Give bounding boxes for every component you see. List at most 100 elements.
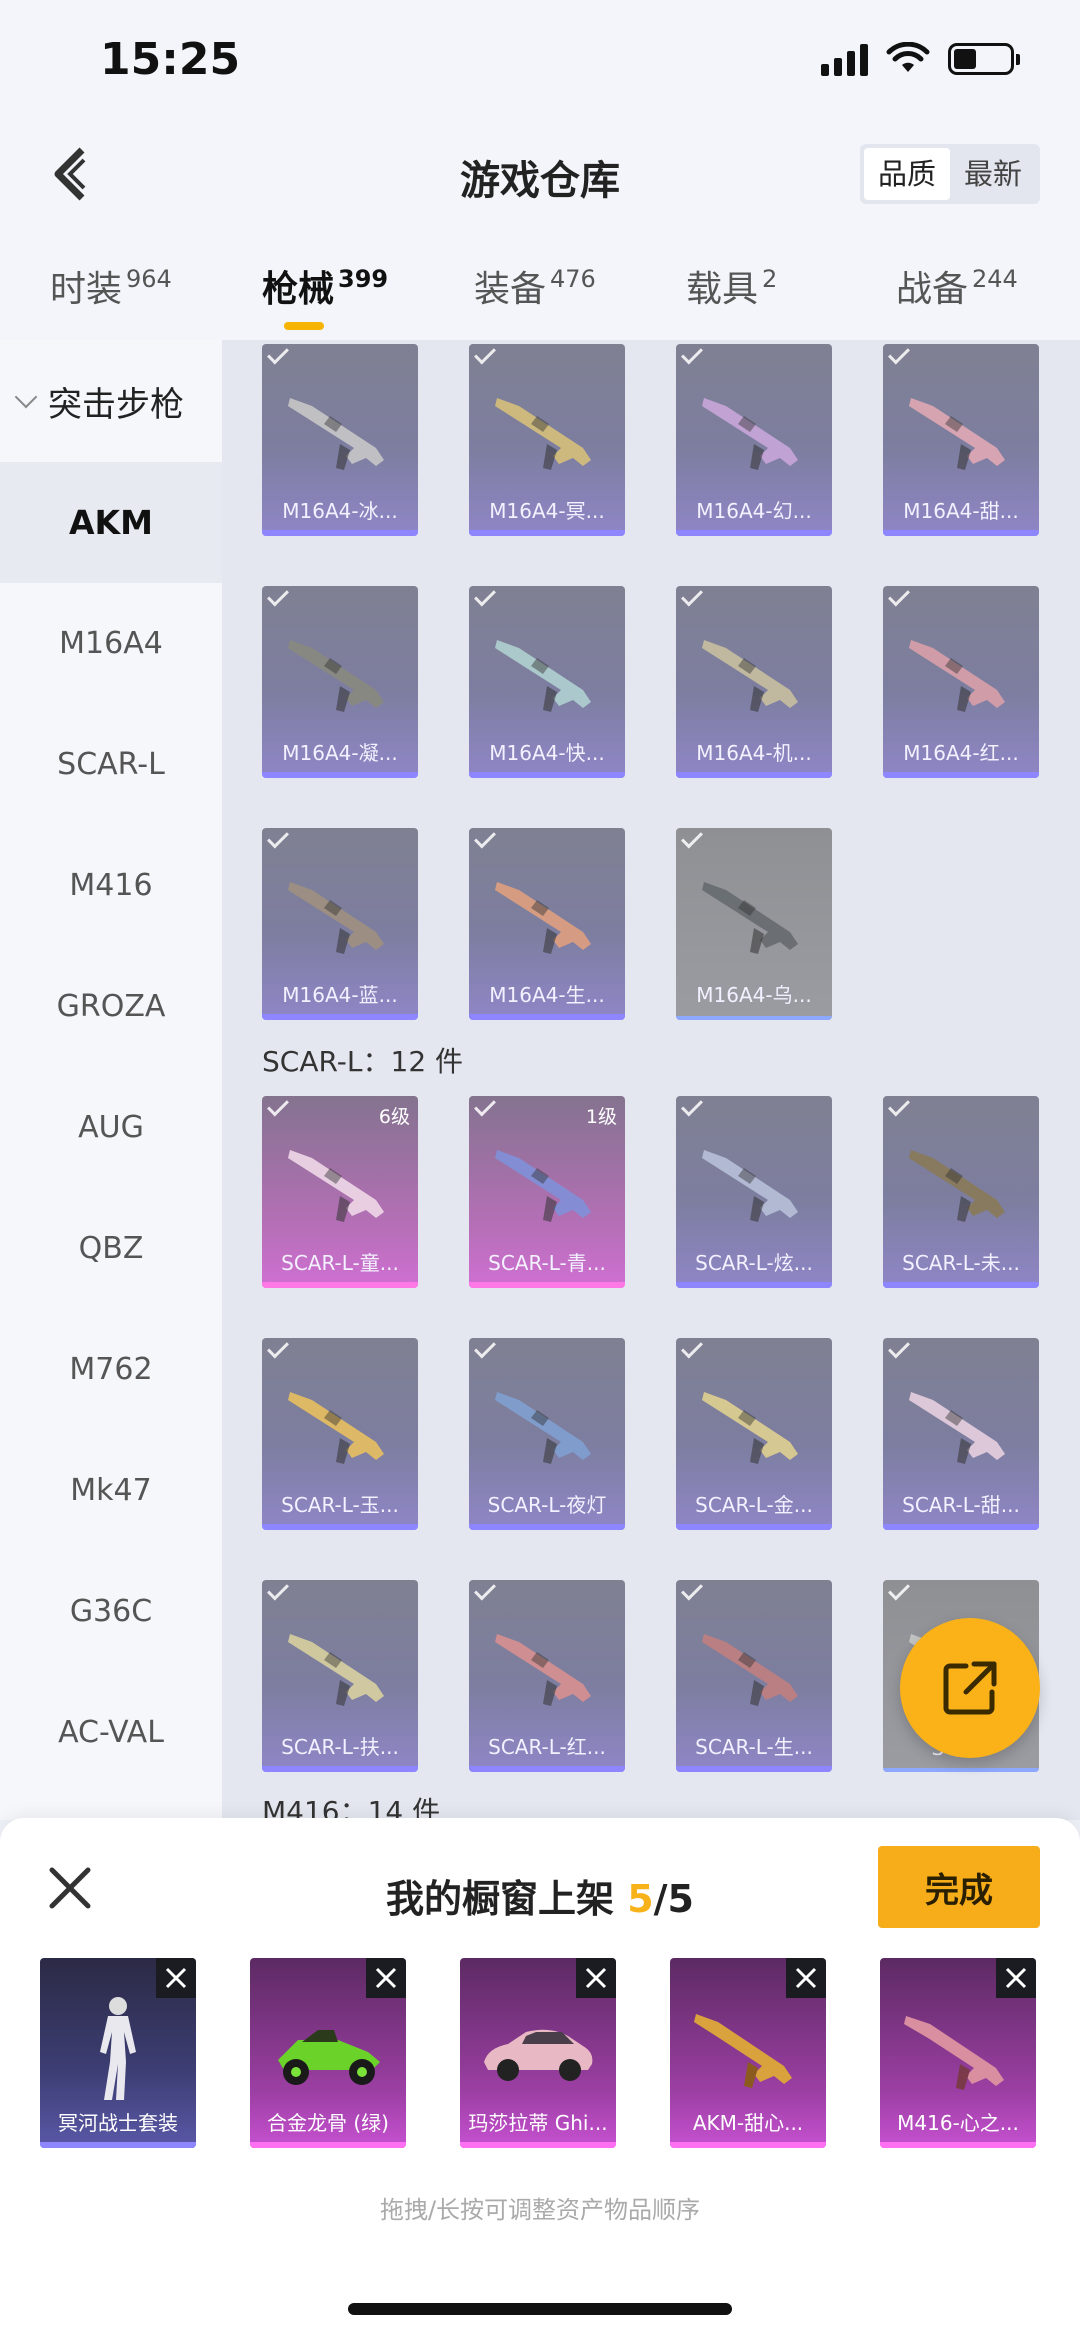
- sidebar-item-g36c[interactable]: G36C: [0, 1551, 222, 1672]
- shelf-item[interactable]: 玛莎拉蒂 Ghi...: [460, 1958, 616, 2148]
- weapon-card[interactable]: M16A4-凝...: [262, 586, 418, 778]
- done-button[interactable]: 完成: [878, 1846, 1040, 1928]
- weapon-card[interactable]: M16A4-快...: [469, 586, 625, 778]
- rarity-bar: [469, 1014, 625, 1020]
- checkmark-icon: [474, 1096, 496, 1117]
- remove-item-button[interactable]: [366, 1958, 406, 1998]
- rarity-bar: [262, 1524, 418, 1530]
- weapon-card[interactable]: 1级 SCAR-L-青...: [469, 1096, 625, 1288]
- sidebar-item-m762[interactable]: M762: [0, 1309, 222, 1430]
- rifle-icon: [288, 398, 384, 470]
- rarity-bar: [676, 1524, 832, 1530]
- weapon-name: SCAR-L-扶...: [281, 1735, 399, 1759]
- shelf-count-total: /5: [653, 1877, 694, 1921]
- close-icon: [795, 1967, 817, 1989]
- weapon-card[interactable]: SCAR-L-扶...: [262, 1580, 418, 1772]
- tab-guns[interactable]: 枪械 399: [262, 260, 389, 330]
- sidebar-item-scar-l[interactable]: SCAR-L: [0, 704, 222, 825]
- status-bar: 15:25: [0, 0, 1080, 120]
- weapon-card[interactable]: SCAR-L-甜...: [883, 1338, 1039, 1530]
- tab-label: 载具: [686, 269, 759, 310]
- weapon-card[interactable]: M16A4-蓝...: [262, 828, 418, 1020]
- weapon-card[interactable]: M16A4-机...: [676, 586, 832, 778]
- weapon-card[interactable]: M16A4-生...: [469, 828, 625, 1020]
- sidebar-item-mk47[interactable]: Mk47: [0, 1430, 222, 1551]
- akm-rifle-icon: [694, 2014, 792, 2088]
- rarity-bar: [676, 1766, 832, 1772]
- remove-item-button[interactable]: [786, 1958, 826, 1998]
- weapon-card[interactable]: 6级 SCAR-L-童...: [262, 1096, 418, 1288]
- weapon-card[interactable]: M16A4-冰...: [262, 344, 418, 536]
- weapon-card[interactable]: M16A4-幻...: [676, 344, 832, 536]
- checkmark-icon: [888, 1338, 910, 1359]
- sort-by-newest-button[interactable]: 最新: [950, 148, 1036, 200]
- rarity-bar: [262, 1766, 418, 1772]
- weapon-card[interactable]: SCAR-L-生...: [676, 1580, 832, 1772]
- weapon-card[interactable]: SCAR-L-红...: [469, 1580, 625, 1772]
- weapon-card[interactable]: M16A4-乌...: [676, 828, 832, 1020]
- checkmark-icon: [681, 1338, 703, 1359]
- remove-item-button[interactable]: [996, 1958, 1036, 1998]
- tab-equipment[interactable]: 装备 476: [474, 260, 596, 312]
- weapon-card[interactable]: SCAR-L-玉...: [262, 1338, 418, 1530]
- sidebar-item-aug[interactable]: AUG: [0, 1067, 222, 1188]
- rifle-icon: [288, 1392, 384, 1464]
- rifle-icon: [702, 1392, 798, 1464]
- remove-item-button[interactable]: [156, 1958, 196, 1998]
- sidebar-item-qbz[interactable]: QBZ: [0, 1188, 222, 1309]
- checkmark-icon: [681, 1580, 703, 1601]
- shelf-count-current: 5: [627, 1877, 654, 1921]
- remove-item-button[interactable]: [576, 1958, 616, 1998]
- rifle-icon: [495, 1150, 591, 1222]
- weapon-name: M16A4-甜...: [903, 499, 1019, 523]
- tab-vehicles[interactable]: 载具 2: [686, 260, 777, 312]
- weapon-card[interactable]: M16A4-甜...: [883, 344, 1039, 536]
- status-icons: [821, 42, 1020, 76]
- sidebar-group-assault-rifles[interactable]: 突击步枪: [0, 340, 222, 462]
- weapon-card[interactable]: SCAR-L-炫...: [676, 1096, 832, 1288]
- rarity-bar: [676, 1282, 832, 1288]
- close-icon: [165, 1967, 187, 1989]
- rifle-icon: [909, 398, 1005, 470]
- rarity-bar: [262, 1282, 418, 1288]
- sidebar-item-m416[interactable]: M416: [0, 825, 222, 946]
- wifi-icon: [886, 42, 930, 72]
- sidebar-item-groza[interactable]: GROZA: [0, 946, 222, 1067]
- rifle-icon: [288, 640, 384, 712]
- tab-supplies[interactable]: 战备 244: [896, 260, 1018, 312]
- share-button[interactable]: [900, 1618, 1040, 1758]
- weapon-card[interactable]: SCAR-L-未...: [883, 1096, 1039, 1288]
- sort-by-quality-button[interactable]: 品质: [863, 148, 950, 200]
- shelf-item-name: 合金龙骨 (绿): [267, 2111, 389, 2135]
- sidebar-item-m16a4[interactable]: M16A4: [0, 583, 222, 704]
- shelf-item[interactable]: AKM-甜心...: [670, 1958, 826, 2148]
- weapon-card[interactable]: M16A4-冥...: [469, 344, 625, 536]
- header: 游戏仓库 品质 最新: [0, 120, 1080, 230]
- rifle-icon: [495, 1634, 591, 1706]
- sidebar-group-label: 突击步枪: [48, 384, 184, 425]
- shelf-item[interactable]: M416-心之...: [880, 1958, 1036, 2148]
- rifle-icon: [909, 1150, 1005, 1222]
- checkmark-icon: [267, 828, 289, 849]
- tab-fashion[interactable]: 时装 964: [50, 260, 172, 312]
- tab-count: 476: [550, 265, 596, 293]
- tab-label: 战备: [896, 269, 969, 310]
- sidebar-item-ac-val[interactable]: AC-VAL: [0, 1672, 222, 1793]
- shelf-item[interactable]: 冥河战士套装: [40, 1958, 196, 2148]
- weapon-sidebar: 突击步枪 AKM M16A4 SCAR-L M416 GROZA AUG QBZ…: [0, 340, 222, 1820]
- home-indicator: [348, 2303, 732, 2315]
- checkmark-icon: [267, 586, 289, 607]
- rarity-bar: [676, 772, 832, 778]
- weapon-card[interactable]: M16A4-红...: [883, 586, 1039, 778]
- tab-count: 399: [338, 265, 389, 293]
- weapon-card[interactable]: SCAR-L-金...: [676, 1338, 832, 1530]
- shelf-item[interactable]: 合金龙骨 (绿): [250, 1958, 406, 2148]
- rifle-icon: [288, 882, 384, 954]
- checkmark-icon: [474, 586, 496, 607]
- weapon-name: M16A4-红...: [903, 741, 1019, 765]
- weapon-card[interactable]: SCAR-L-夜灯: [469, 1338, 625, 1530]
- weapon-name: M16A4-幻...: [696, 499, 812, 523]
- sidebar-item-akm[interactable]: AKM: [0, 462, 222, 583]
- rifle-icon: [702, 1150, 798, 1222]
- level-badge: 6级: [378, 1106, 410, 1128]
